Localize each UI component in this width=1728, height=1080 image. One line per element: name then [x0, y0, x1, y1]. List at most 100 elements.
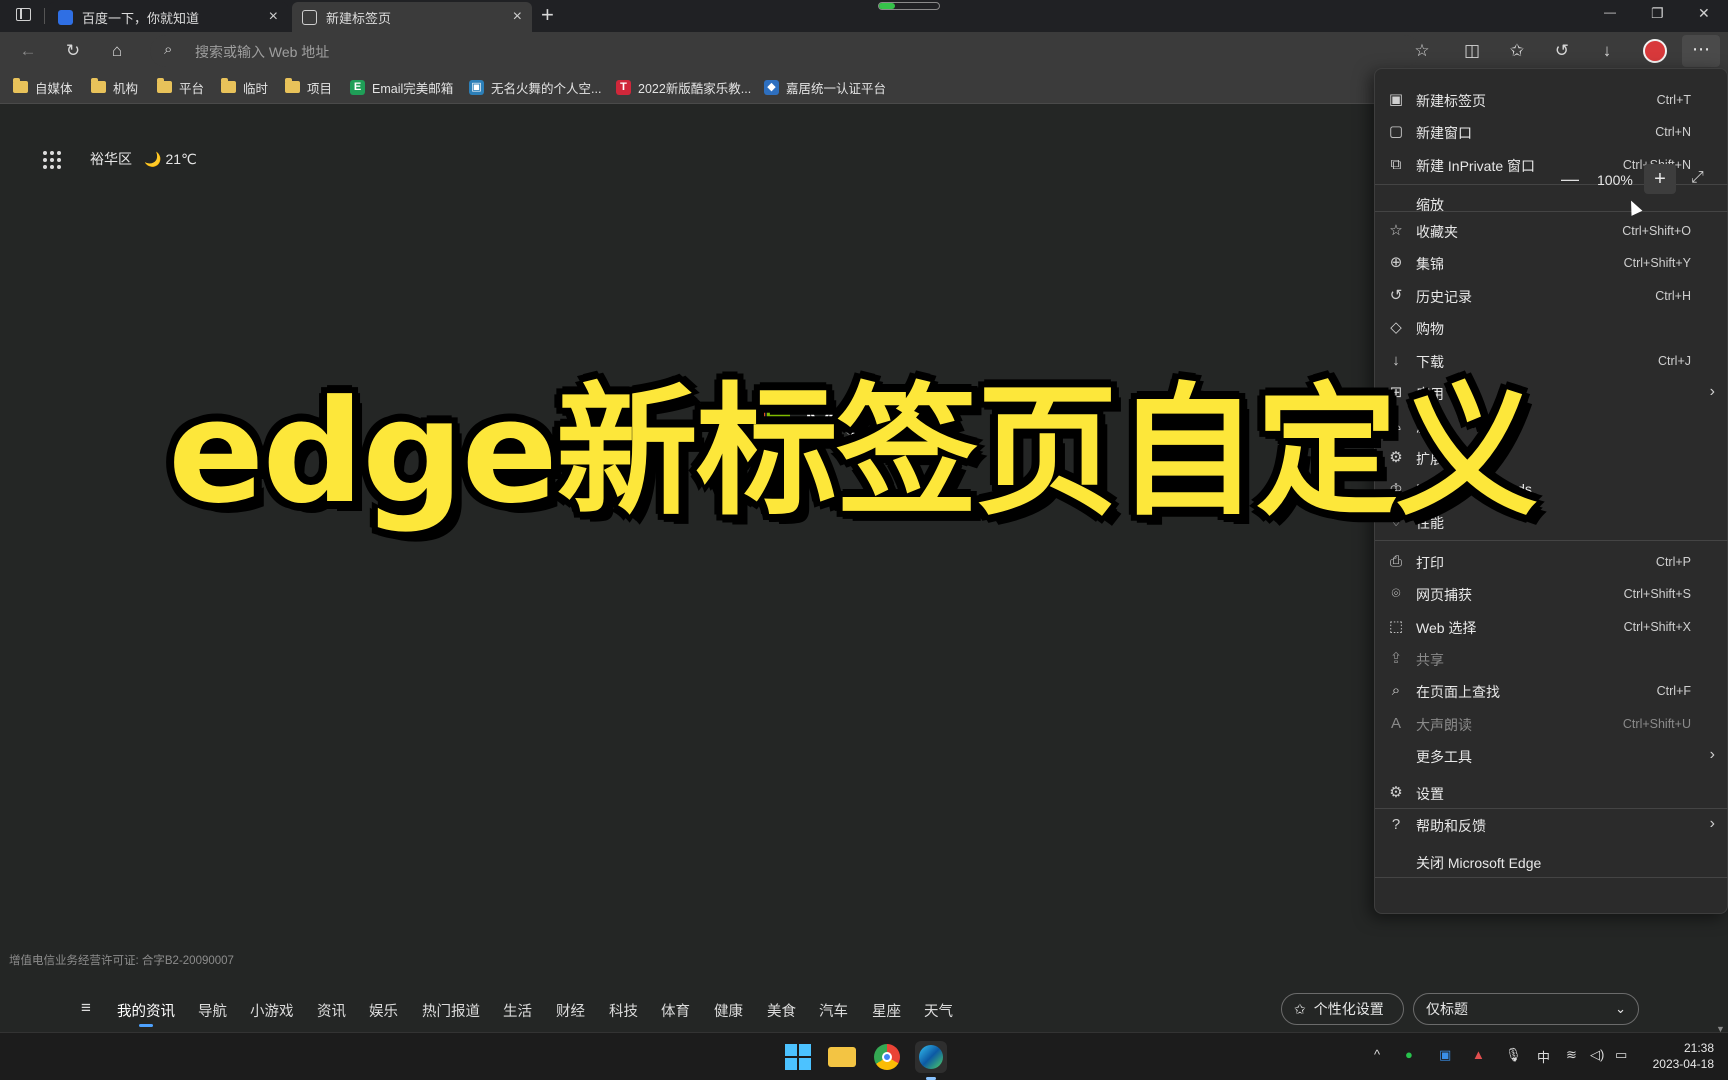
- gear-icon: ⚙: [1389, 784, 1403, 801]
- menu-more-tools[interactable]: 更多工具 ›: [1375, 741, 1728, 771]
- menu-print[interactable]: ⎙ 打印 Ctrl+P: [1375, 547, 1728, 577]
- weather-location: 裕华区: [90, 151, 132, 167]
- menu-icon[interactable]: ≡: [81, 998, 91, 1018]
- new-tab-button[interactable]: +: [541, 2, 554, 28]
- back-icon[interactable]: ←: [18, 41, 38, 61]
- nav-news[interactable]: 资讯: [317, 1000, 346, 1021]
- menu-find-on-page[interactable]: ⌕ 在页面上查找 Ctrl+F: [1375, 676, 1728, 706]
- bookmark-site[interactable]: ▣ 无名火舞的个人空...: [469, 78, 601, 96]
- nav-finance[interactable]: 财经: [556, 1000, 585, 1021]
- layout-dropdown[interactable]: 仅标题 ⌄: [1413, 993, 1639, 1025]
- menu-history[interactable]: ↺ 历史记录 Ctrl+H: [1375, 281, 1728, 311]
- bookmark-folder[interactable]: 机构: [91, 78, 138, 96]
- profile-avatar[interactable]: [1643, 39, 1667, 63]
- tab-actions-icon[interactable]: [16, 8, 31, 21]
- wifi-icon[interactable]: ≋: [1566, 1047, 1577, 1063]
- nav-navigation[interactable]: 导航: [198, 1000, 227, 1021]
- microphone-icon[interactable]: 🎙: [1505, 1047, 1522, 1063]
- close-window-button[interactable]: ✕: [1698, 5, 1710, 22]
- history-icon: ↺: [1389, 287, 1403, 304]
- tab-baidu[interactable]: 百度一下，你就知道 ×: [48, 2, 288, 32]
- app-launcher-icon[interactable]: [43, 151, 61, 169]
- menu-web-capture[interactable]: ⌾ 网页捕获 Ctrl+Shift+S: [1375, 579, 1728, 609]
- baidu-favicon-icon: [58, 9, 73, 25]
- bookmark-label: 项目: [307, 81, 333, 96]
- nav-my-feed[interactable]: 我的资讯: [117, 1000, 175, 1021]
- bookmark-folder[interactable]: 临时: [221, 78, 268, 96]
- menu-label: 新建窗口: [1416, 125, 1472, 141]
- add-favorite-icon[interactable]: ☆: [1412, 41, 1432, 61]
- menu-shortcut: Ctrl+P: [1655, 555, 1691, 569]
- nav-horoscope[interactable]: 星座: [872, 1000, 901, 1021]
- address-bar[interactable]: ⌕ 搜索或输入 Web 地址: [150, 35, 1420, 67]
- ime-indicator[interactable]: 中: [1537, 1047, 1550, 1066]
- tab-close-icon[interactable]: ×: [513, 8, 522, 26]
- menu-close-edge[interactable]: 关闭 Microsoft Edge: [1375, 847, 1728, 877]
- nav-sports[interactable]: 体育: [661, 1000, 690, 1021]
- fullscreen-icon[interactable]: ⤢: [1691, 169, 1704, 187]
- nav-food[interactable]: 美食: [767, 1000, 796, 1021]
- menu-label: 收藏夹: [1416, 224, 1458, 240]
- system-clock[interactable]: 21:38 2023-04-18: [1653, 1040, 1714, 1072]
- bookmark-folder[interactable]: 平台: [157, 78, 204, 96]
- minimize-button[interactable]: —: [1604, 5, 1616, 19]
- nav-weather[interactable]: 天气: [924, 1000, 953, 1021]
- favorites-icon[interactable]: ✩: [1507, 41, 1527, 61]
- menu-web-select[interactable]: ⬚ Web 选择 Ctrl+Shift+X: [1375, 612, 1728, 642]
- nav-trending[interactable]: 热门报道: [422, 1000, 480, 1021]
- tray-overflow-icon[interactable]: ^: [1374, 1047, 1380, 1062]
- volume-icon[interactable]: ◁): [1590, 1047, 1604, 1063]
- news-nav-bar: ≡ 我的资讯 导航 小游戏 资讯 娱乐 热门报道 生活 财经 科技 体育 健康 …: [0, 984, 1728, 1032]
- history-icon[interactable]: ↺: [1552, 41, 1572, 61]
- windows-start-icon[interactable]: [782, 1041, 814, 1073]
- bookmark-site[interactable]: E Email完美邮箱: [350, 78, 453, 96]
- nav-mini-games[interactable]: 小游戏: [250, 1000, 294, 1021]
- maximize-button[interactable]: ❐: [1651, 5, 1664, 22]
- app2-tray-icon[interactable]: ▲: [1472, 1047, 1485, 1062]
- bookmark-label: 无名火舞的个人空...: [491, 81, 602, 96]
- settings-more-button[interactable]: ⋯: [1682, 35, 1720, 67]
- bookmark-site[interactable]: ◆ 嘉居统一认证平台: [764, 78, 886, 96]
- nav-tech[interactable]: 科技: [609, 1000, 638, 1021]
- split-screen-icon[interactable]: ◫: [1462, 41, 1482, 61]
- menu-shortcut: Ctrl+J: [1658, 354, 1691, 368]
- active-tab-indicator: [139, 1024, 153, 1027]
- menu-help-feedback[interactable]: ? 帮助和反馈 ›: [1375, 810, 1728, 840]
- menu-zoom: 缩放: [1375, 189, 1728, 219]
- bookmark-folder[interactable]: 项目: [285, 78, 332, 96]
- home-icon[interactable]: ⌂: [107, 41, 127, 61]
- menu-new-window[interactable]: ▢ 新建窗口 Ctrl+N: [1375, 117, 1728, 147]
- menu-label: 设置: [1416, 786, 1444, 802]
- wechat-icon[interactable]: ●: [1405, 1047, 1413, 1062]
- weather-widget[interactable]: 裕华区 🌙 21℃: [90, 149, 197, 169]
- web-select-icon: ⬚: [1388, 618, 1404, 635]
- edge-icon[interactable]: [915, 1041, 947, 1080]
- bookmark-site[interactable]: T 2022新版酷家乐教...: [616, 78, 751, 96]
- refresh-icon[interactable]: ↻: [63, 41, 83, 61]
- personalize-button[interactable]: ✩ 个性化设置: [1281, 993, 1404, 1025]
- tab-new-tab[interactable]: 新建标签页 ×: [292, 2, 532, 32]
- zoom-out-button[interactable]: —: [1561, 169, 1579, 190]
- nav-auto[interactable]: 汽车: [819, 1000, 848, 1021]
- nav-entertainment[interactable]: 娱乐: [369, 1000, 398, 1021]
- nav-life[interactable]: 生活: [503, 1000, 532, 1021]
- chrome-icon[interactable]: [871, 1041, 903, 1073]
- bookmark-folder[interactable]: 自媒体: [13, 78, 73, 96]
- menu-collections[interactable]: ⊕ 集锦 Ctrl+Shift+Y: [1375, 248, 1728, 278]
- address-input[interactable]: 搜索或输入 Web 地址: [195, 42, 329, 62]
- tab-close-icon[interactable]: ×: [269, 8, 278, 26]
- menu-label: 在页面上查找: [1416, 684, 1500, 700]
- battery-icon[interactable]: ▭: [1615, 1047, 1627, 1063]
- file-explorer-icon[interactable]: [826, 1041, 858, 1073]
- zoom-in-button[interactable]: +: [1644, 164, 1676, 194]
- folder-icon: [157, 78, 172, 93]
- downloads-icon[interactable]: ↓: [1597, 41, 1617, 61]
- menu-new-tab[interactable]: ▣ 新建标签页 Ctrl+T: [1375, 85, 1728, 115]
- menu-favorites[interactable]: ☆ 收藏夹 Ctrl+Shift+O: [1375, 216, 1728, 246]
- nav-health[interactable]: 健康: [714, 1000, 743, 1021]
- bilibili-icon: ▣: [469, 79, 484, 95]
- menu-settings[interactable]: ⚙ 设置: [1375, 778, 1728, 808]
- app-tray-icon[interactable]: ▣: [1439, 1047, 1451, 1063]
- menu-shortcut: Ctrl+Shift+X: [1623, 620, 1691, 634]
- folder-icon: [285, 78, 300, 93]
